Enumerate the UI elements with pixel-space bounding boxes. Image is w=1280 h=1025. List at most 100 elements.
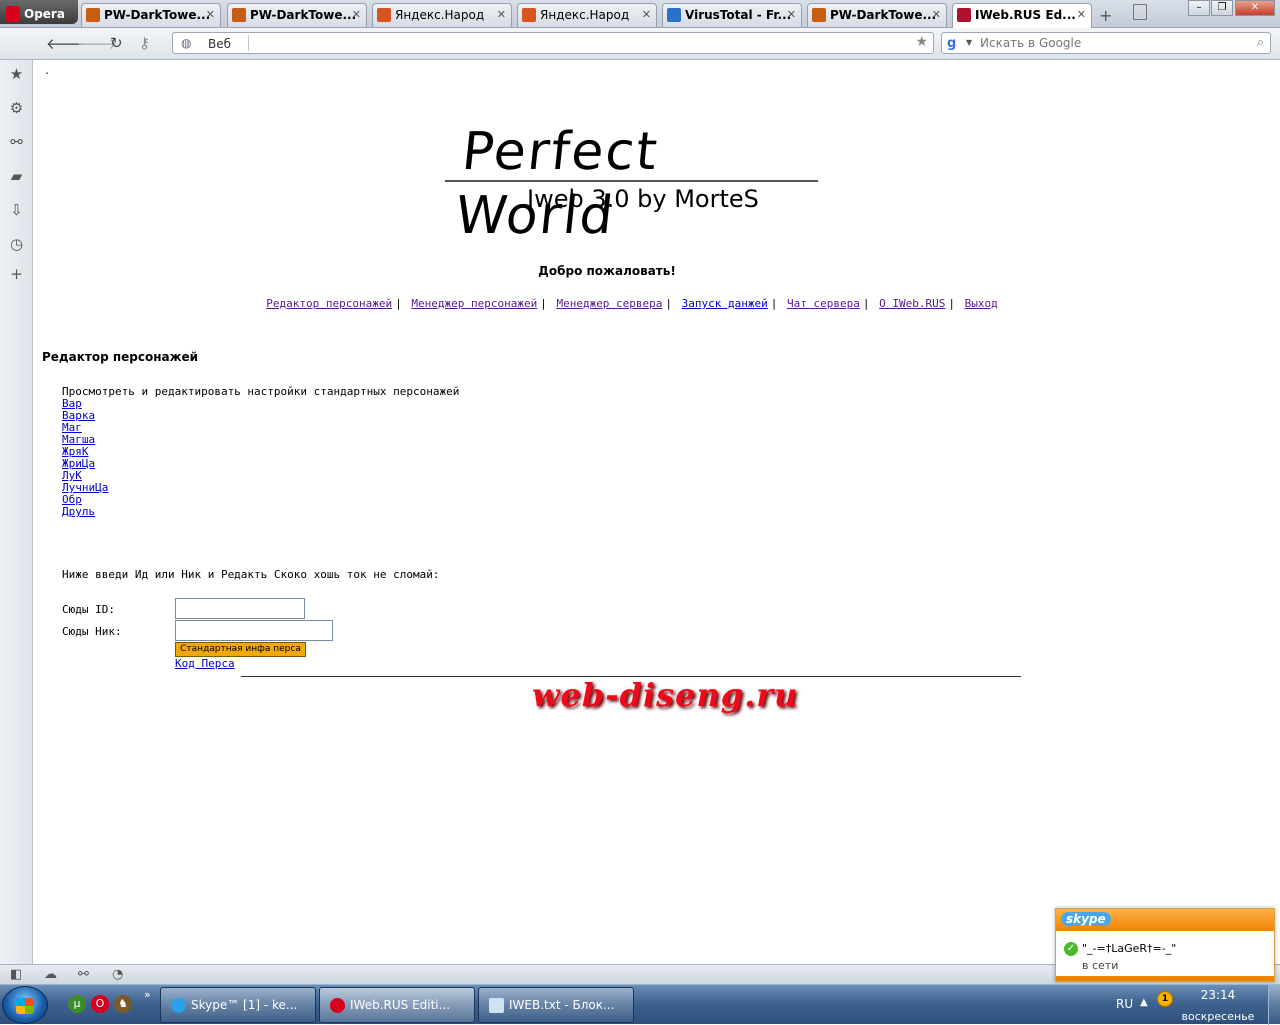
tab-title: Яндекс.Народ	[540, 8, 630, 22]
iweb-favicon-icon	[957, 8, 971, 22]
reload-icon[interactable]: ↻	[110, 34, 123, 52]
nav-logout[interactable]: Выход	[965, 297, 998, 310]
skype-popup-footer	[1056, 976, 1274, 981]
address-input[interactable]	[253, 34, 903, 52]
standard-info-button[interactable]: Стандартная инфа перса	[175, 642, 306, 657]
utorrent-icon[interactable]: µ	[68, 995, 86, 1013]
class-link[interactable]: Друль	[62, 505, 95, 518]
nick-input[interactable]	[175, 620, 333, 641]
opera-icon[interactable]: O	[91, 995, 109, 1013]
clock-day: воскресенье	[1181, 1010, 1255, 1023]
watermark: web-diseng.ru	[532, 676, 799, 714]
minimize-icon[interactable]: –	[1188, 0, 1210, 16]
tab-title: PW-DarkTowe...	[250, 8, 357, 22]
search-box[interactable]: g ▼ ⌕	[941, 32, 1271, 54]
language-indicator[interactable]: RU	[1116, 997, 1133, 1011]
nav-separator: |	[862, 297, 870, 310]
taskbar-item-label: IWeb.RUS Editi...	[350, 998, 451, 1012]
pw-favicon-icon	[86, 8, 100, 22]
globe-icon: ◍	[181, 36, 192, 50]
quicklaunch-more-icon[interactable]: »	[144, 988, 151, 1001]
tab-close-icon[interactable]: ✕	[1077, 8, 1086, 21]
stray-dot: .	[44, 66, 51, 77]
list-item: Друль	[62, 506, 108, 518]
windows-logo-icon	[16, 998, 34, 1014]
tab-6[interactable]: PW-DarkTowe... ✕	[807, 3, 947, 27]
skype-logo: skype	[1061, 912, 1111, 926]
id-input[interactable]	[175, 598, 305, 619]
panel-toggle-icon[interactable]: ◧	[10, 967, 22, 982]
id-label: Сюды ID:	[62, 603, 115, 616]
taskbar-item-skype[interactable]: Skype™ [1] - ke...	[160, 987, 316, 1023]
taskbar-item-label: IWEB.txt - Блок...	[509, 998, 615, 1012]
history-clock-icon[interactable]: ◷	[8, 236, 25, 253]
tray-expand-icon[interactable]: ▲	[1140, 997, 1148, 1008]
tab-close-icon[interactable]: ✕	[932, 8, 941, 21]
taskbar-item-opera[interactable]: IWeb.RUS Editi...	[319, 987, 475, 1023]
nav-server-manager[interactable]: Менеджер сервера	[556, 297, 662, 310]
class-list: Вар Варка Маг Магша ЖряК ЖриЦа ЛуК Лучни…	[62, 398, 108, 518]
skype-icon	[171, 998, 186, 1013]
nick-label: Сюды Ник:	[62, 625, 122, 638]
key-icon[interactable]: ⚷	[139, 34, 150, 52]
gear-icon[interactable]: ⚙	[8, 100, 25, 117]
bookmark-star-icon[interactable]: ★	[915, 34, 928, 50]
show-desktop-button[interactable]	[1268, 985, 1280, 1025]
skype-notification[interactable]: skype ✓ "_-=†LaGeR†=-_" в сети	[1055, 908, 1275, 982]
nav-about[interactable]: О IWeb.RUS	[879, 297, 945, 310]
tab-close-icon[interactable]: ✕	[352, 8, 361, 21]
welcome-heading: Добро пожаловать!	[538, 264, 676, 278]
address-field[interactable]: ◍ Веб ★	[172, 32, 934, 54]
nav-character-editor[interactable]: Редактор персонажей	[266, 297, 392, 310]
site-logo: Perfect World Iweb 3.0 by MorteS	[439, 120, 819, 246]
tab-close-icon[interactable]: ✕	[206, 8, 215, 21]
game-launcher-icon[interactable]: ♞	[114, 995, 132, 1013]
unite-icon[interactable]: ⚯	[8, 134, 25, 151]
cloud-icon[interactable]: ☁	[44, 967, 57, 982]
tab-close-icon[interactable]: ✕	[642, 8, 651, 21]
tab-close-icon[interactable]: ✕	[787, 8, 796, 21]
new-tab-icon[interactable]: +	[1099, 6, 1112, 25]
system-clock[interactable]: 23:14 воскресенье	[1178, 987, 1258, 1025]
tab-3[interactable]: Яндекс.Народ ✕	[372, 3, 512, 27]
tab-title: PW-DarkTowe...	[830, 8, 937, 22]
search-input[interactable]	[980, 34, 1250, 52]
form-hint: Ниже введи Ид или Ник и Редакть Скоко хо…	[62, 568, 440, 581]
skype-contact-name: "_-=†LaGeR†=-_"	[1082, 942, 1177, 955]
address-divider	[248, 35, 249, 51]
window-close-icon[interactable]: ✕	[1235, 0, 1275, 16]
speed-dial-icon[interactable]: ◔	[112, 967, 123, 982]
yandex-favicon-icon	[522, 8, 536, 22]
trash-icon[interactable]	[1133, 4, 1147, 20]
tab-7-active[interactable]: IWeb.RUS Ed... ✕	[952, 3, 1092, 28]
bookmarks-star-icon[interactable]: ★	[8, 66, 25, 83]
tab-close-icon[interactable]: ✕	[497, 8, 506, 21]
nav-character-manager[interactable]: Менеджер персонажей	[411, 297, 537, 310]
main-nav: Редактор персонажей | Менеджер персонажей…	[34, 297, 1230, 310]
chevron-down-icon[interactable]: ▼	[966, 38, 972, 47]
tray-skype-badge[interactable]: 1	[1157, 991, 1173, 1007]
character-code-link[interactable]: Код Перса	[175, 657, 235, 670]
tab-title: IWeb.RUS Ed...	[975, 8, 1076, 22]
notes-icon[interactable]: ▰	[8, 168, 25, 185]
nav-dungeon-launch[interactable]: Запуск данжей	[682, 297, 768, 310]
opera-menu-button[interactable]: Opera	[0, 0, 78, 24]
notepad-icon	[489, 998, 504, 1013]
maximize-icon[interactable]: ❐	[1211, 0, 1233, 16]
search-icon[interactable]: ⌕	[1257, 35, 1264, 50]
share-icon[interactable]: ⚯	[78, 967, 89, 982]
tab-title: PW-DarkTowe...	[104, 8, 211, 22]
tab-1[interactable]: PW-DarkTowe... ✕	[81, 3, 221, 27]
nav-separator: |	[540, 297, 547, 310]
taskbar-item-notepad[interactable]: IWEB.txt - Блок...	[478, 987, 634, 1023]
tab-5[interactable]: VirusTotal - Fr... ✕	[662, 3, 802, 27]
tab-2[interactable]: PW-DarkTowe... ✕	[227, 3, 367, 27]
start-button[interactable]	[2, 986, 48, 1024]
nav-server-chat[interactable]: Чат сервера	[787, 297, 860, 310]
page-content: . Perfect World Iweb 3.0 by MorteS Добро…	[34, 60, 1280, 964]
add-panel-icon[interactable]: +	[8, 266, 25, 283]
windows-taskbar: µ O ♞ » Skype™ [1] - ke... IWeb.RUS Edit…	[0, 984, 1280, 1025]
tab-4[interactable]: Яндекс.Народ ✕	[517, 3, 657, 27]
downloads-icon[interactable]: ⇩	[8, 202, 25, 219]
skype-contact-status: в сети	[1082, 959, 1119, 972]
